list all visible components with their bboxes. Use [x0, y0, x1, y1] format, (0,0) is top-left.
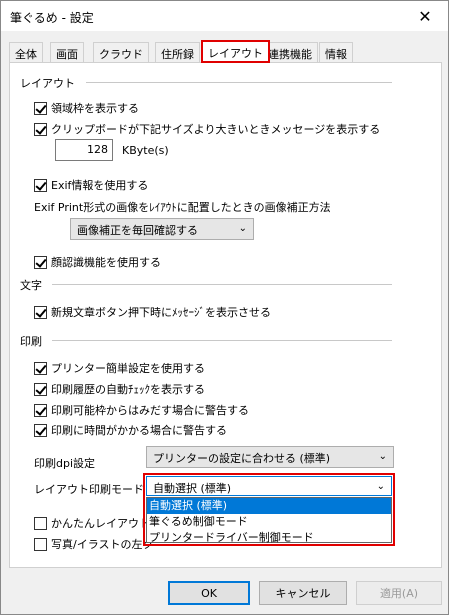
checkbox-checked-icon	[34, 305, 47, 319]
warn-long-time-checkbox[interactable]: 印刷に時間がかかる場合に警告する	[34, 422, 227, 438]
ok-button[interactable]: OK	[168, 581, 250, 605]
dpi-select[interactable]: プリンターの設定に合わせる (標準) ⌄	[146, 446, 394, 468]
select-value: プリンターの設定に合わせる (標準)	[153, 452, 331, 465]
auto-check-history-checkbox[interactable]: 印刷履歴の自動ﾁｪｯｸを表示する	[34, 381, 205, 397]
clipboard-size-input[interactable]: 128	[55, 139, 113, 161]
apply-button[interactable]: 適用(A)	[356, 581, 442, 605]
title-bar: 筆ぐるめ - 設定 ✕	[1, 1, 448, 31]
section-divider	[86, 82, 392, 83]
window-title: 筆ぐるめ - 設定	[10, 11, 94, 25]
exif-print-label: Exif Print形式の画像をﾚｲｱｳﾄに配置したときの画像補正方法	[34, 201, 331, 214]
checkbox-label: プリンター簡単設定を使用する	[51, 362, 205, 375]
section-title-text: 文字	[20, 279, 42, 292]
clipboard-warning-checkbox[interactable]: クリップボードが下記サイズより大きいときメッセージを表示する	[34, 121, 380, 137]
chevron-down-icon: ⌄	[238, 223, 247, 234]
tab-screen[interactable]: 画面	[50, 42, 84, 62]
checkbox-label: 印刷履歴の自動ﾁｪｯｸを表示する	[51, 383, 205, 396]
close-button[interactable]: ✕	[402, 1, 448, 31]
checkbox-label: 印刷に時間がかかる場合に警告する	[51, 424, 227, 437]
show-region-frame-checkbox[interactable]: 領域枠を表示する	[34, 100, 139, 116]
checkbox-checked-icon	[34, 361, 47, 375]
chevron-down-icon: ⌄	[378, 451, 387, 462]
checkbox-unchecked-icon	[34, 516, 47, 530]
dropdown-option[interactable]: プリンタードライバー制御モード	[147, 530, 391, 546]
layout-mode-dropdown: 自動選択 (標準) 筆ぐるめ制御モード プリンタードライバー制御モード	[146, 497, 392, 546]
tab-cloud[interactable]: クラウド	[93, 42, 149, 62]
section-divider	[52, 284, 392, 285]
checkbox-label: Exif情報を使用する	[51, 179, 149, 192]
tab-general[interactable]: 全体	[9, 42, 43, 62]
warn-out-of-area-checkbox[interactable]: 印刷可能枠からはみだす場合に警告する	[34, 402, 249, 418]
checkbox-checked-icon	[34, 122, 47, 136]
checkbox-checked-icon	[34, 423, 47, 437]
cancel-button[interactable]: キャンセル	[259, 581, 347, 605]
tab-address-book[interactable]: 住所録	[155, 42, 200, 62]
checkbox-label: 印刷可能枠からはみだす場合に警告する	[51, 404, 249, 417]
layout-mode-label: レイアウト印刷モード	[34, 483, 144, 496]
select-value: 画像補正を毎回確認する	[77, 224, 198, 237]
checkbox-checked-icon	[34, 403, 47, 417]
photo-illust-checkbox[interactable]: 写真/イラストの左ク	[34, 536, 154, 552]
new-text-message-checkbox[interactable]: 新規文章ボタン押下時にﾒｯｾｰｼﾞを表示させる	[34, 304, 271, 320]
exif-correction-select[interactable]: 画像補正を毎回確認する ⌄	[70, 218, 254, 240]
tab-integration[interactable]: 連携機能	[262, 42, 318, 62]
section-title-layout: レイアウト	[20, 77, 75, 90]
section-divider	[52, 340, 392, 341]
checkbox-label: 写真/イラストの左ク	[51, 538, 154, 551]
face-recognition-checkbox[interactable]: 顔認識機能を使用する	[34, 254, 161, 270]
dropdown-option[interactable]: 自動選択 (標準)	[147, 498, 391, 514]
checkbox-label: 新規文章ボタン押下時にﾒｯｾｰｼﾞを表示させる	[51, 306, 271, 319]
checkbox-label: 顔認識機能を使用する	[51, 256, 161, 269]
use-exif-checkbox[interactable]: Exif情報を使用する	[34, 177, 148, 193]
easy-layout-checkbox[interactable]: かんたんレイアウトを	[34, 515, 161, 531]
checkbox-label: 領域枠を表示する	[51, 102, 139, 115]
dpi-label: 印刷dpi設定	[34, 457, 96, 470]
checkbox-checked-icon	[34, 255, 47, 269]
checkbox-checked-icon	[34, 101, 47, 115]
tab-bar: 全体 画面 クラウド 住所録 レイアウト 連携機能 情報	[9, 40, 441, 63]
checkbox-label: クリップボードが下記サイズより大きいときメッセージを表示する	[51, 123, 381, 136]
simple-printer-setup-checkbox[interactable]: プリンター簡単設定を使用する	[34, 360, 205, 376]
checkbox-checked-icon	[34, 382, 47, 396]
clipboard-size-unit: KByte(s)	[122, 144, 169, 157]
tab-info[interactable]: 情報	[319, 42, 353, 62]
close-icon: ✕	[418, 6, 432, 26]
dropdown-option[interactable]: 筆ぐるめ制御モード	[147, 514, 391, 530]
settings-window: 筆ぐるめ - 設定 ✕ 全体 画面 クラウド 住所録 レイアウト 連携機能 情報…	[0, 0, 449, 615]
checkbox-checked-icon	[34, 178, 47, 192]
checkbox-unchecked-icon	[34, 537, 47, 551]
tab-layout[interactable]: レイアウト	[201, 40, 270, 63]
section-title-print: 印刷	[20, 335, 42, 348]
